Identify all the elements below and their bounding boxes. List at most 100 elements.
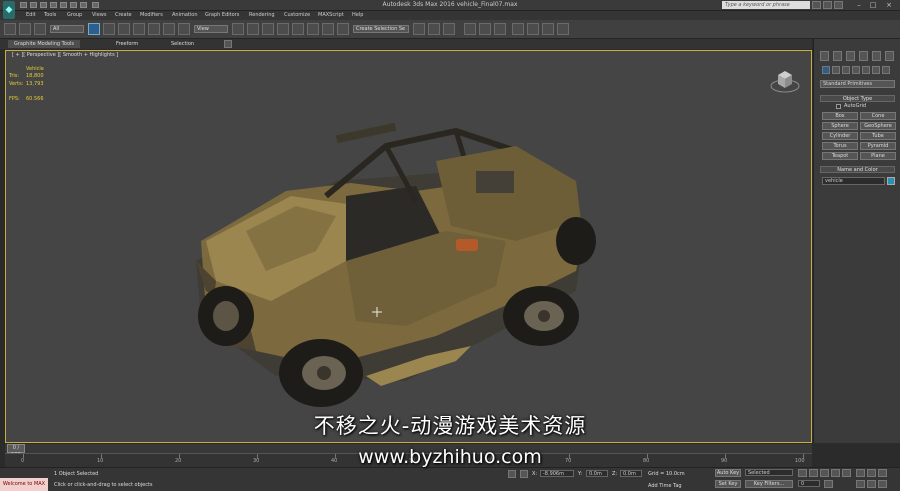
- fetch-icon[interactable]: [80, 2, 87, 8]
- play-icon[interactable]: [820, 469, 829, 477]
- render-setup-icon[interactable]: [527, 23, 539, 35]
- angle-snap-icon[interactable]: [292, 23, 304, 35]
- menu-views[interactable]: Views: [92, 11, 106, 20]
- viewcube-icon[interactable]: [770, 65, 800, 95]
- keyboard-shortcut-icon[interactable]: [262, 23, 274, 35]
- select-by-name-icon[interactable]: [103, 23, 115, 35]
- systems-icon[interactable]: [882, 66, 890, 74]
- tab-selection[interactable]: Selection: [165, 40, 200, 48]
- vehicle-model[interactable]: [186, 111, 606, 431]
- graphite-toggle-icon[interactable]: [464, 23, 476, 35]
- reference-coordinate-dropdown[interactable]: View: [194, 25, 228, 33]
- schematic-view-icon[interactable]: [494, 23, 506, 35]
- orbit-icon[interactable]: [878, 480, 887, 488]
- redo-icon[interactable]: [60, 2, 67, 8]
- menu-edit[interactable]: Edit: [26, 11, 36, 20]
- tab-graphite-modeling-tools[interactable]: Graphite Modeling Tools: [8, 40, 81, 48]
- object-color-swatch[interactable]: [887, 177, 895, 185]
- quick-access-dropdown-icon[interactable]: [92, 2, 99, 8]
- menu-create[interactable]: Create: [115, 11, 132, 20]
- absolute-mode-icon[interactable]: [520, 470, 528, 478]
- lights-icon[interactable]: [842, 66, 850, 74]
- rendered-frame-window-icon[interactable]: [542, 23, 554, 35]
- torus-button[interactable]: Torus: [822, 142, 858, 150]
- auto-key-button[interactable]: Auto Key: [715, 469, 741, 477]
- menu-help[interactable]: Help: [352, 11, 363, 20]
- primitive-type-dropdown[interactable]: Standard Primitives: [820, 80, 895, 88]
- ribbon-minimize-icon[interactable]: [224, 40, 232, 48]
- create-tab-icon[interactable]: [820, 51, 829, 61]
- menu-rendering[interactable]: Rendering: [249, 11, 275, 20]
- move-icon[interactable]: [148, 23, 160, 35]
- add-time-tag-button[interactable]: Add Time Tag: [648, 483, 682, 489]
- search-icon[interactable]: [812, 1, 821, 9]
- menu-graph-editors[interactable]: Graph Editors: [205, 11, 239, 20]
- x-coordinate-field[interactable]: -8.906m: [540, 470, 574, 477]
- percent-snap-icon[interactable]: [307, 23, 319, 35]
- go-to-end-icon[interactable]: [842, 469, 851, 477]
- current-frame-field[interactable]: 0: [798, 480, 820, 487]
- field-of-view-icon[interactable]: [856, 480, 865, 488]
- box-button[interactable]: Box: [822, 112, 858, 120]
- menu-modifiers[interactable]: Modifiers: [140, 11, 163, 20]
- perspective-viewport[interactable]: [ + ][ Perspective ][ Smooth + Highlight…: [5, 50, 812, 443]
- geometry-icon[interactable]: [822, 66, 830, 74]
- pan-icon[interactable]: [867, 480, 876, 488]
- maxscript-listener[interactable]: Welcome to MAX: [0, 478, 48, 491]
- modify-tab-icon[interactable]: [833, 51, 842, 61]
- rotate-icon[interactable]: [163, 23, 175, 35]
- snap-toggle-icon[interactable]: [277, 23, 289, 35]
- star-icon[interactable]: [823, 1, 832, 9]
- material-editor-icon[interactable]: [512, 23, 524, 35]
- zoom-extents-icon[interactable]: [878, 469, 887, 477]
- undo-button[interactable]: [4, 23, 16, 35]
- menu-customize[interactable]: Customize: [284, 11, 310, 20]
- maximize-icon[interactable]: □: [866, 0, 880, 10]
- motion-tab-icon[interactable]: [859, 51, 868, 61]
- select-manipulate-icon[interactable]: [247, 23, 259, 35]
- key-filters-button[interactable]: Key Filters...: [745, 480, 793, 488]
- autogrid-checkbox[interactable]: [836, 104, 841, 109]
- named-selection-dropdown[interactable]: Create Selection Se: [353, 25, 409, 33]
- go-to-start-icon[interactable]: [798, 469, 807, 477]
- next-frame-icon[interactable]: [831, 469, 840, 477]
- link-icon[interactable]: [34, 23, 46, 35]
- open-icon[interactable]: [30, 2, 37, 8]
- cameras-icon[interactable]: [852, 66, 860, 74]
- display-tab-icon[interactable]: [872, 51, 881, 61]
- mirror-icon[interactable]: [413, 23, 425, 35]
- app-logo-icon[interactable]: ◆: [3, 1, 15, 19]
- new-icon[interactable]: [20, 2, 27, 8]
- name-and-color-rollout[interactable]: Name and Color: [820, 166, 895, 173]
- previous-frame-icon[interactable]: [809, 469, 818, 477]
- tube-button[interactable]: Tube: [860, 132, 896, 140]
- menu-maxscript[interactable]: MAXScript: [318, 11, 344, 20]
- viewport-label[interactable]: [ + ][ Perspective ][ Smooth + Highlight…: [12, 52, 118, 58]
- menu-animation[interactable]: Animation: [172, 11, 198, 20]
- menu-tools[interactable]: Tools: [44, 11, 56, 20]
- object-type-rollout[interactable]: Object Type: [820, 95, 895, 102]
- tab-freeform[interactable]: Freeform: [110, 40, 144, 48]
- lock-selection-icon[interactable]: [508, 470, 516, 478]
- minimize-icon[interactable]: –: [852, 0, 866, 10]
- key-mode-dropdown[interactable]: Selected: [745, 469, 793, 476]
- select-object-icon[interactable]: [88, 23, 100, 35]
- curve-editor-icon[interactable]: [479, 23, 491, 35]
- render-production-icon[interactable]: [557, 23, 569, 35]
- z-coordinate-field[interactable]: 0.0m: [620, 470, 642, 477]
- time-config-icon[interactable]: [824, 480, 833, 488]
- set-key-button[interactable]: Set Key: [715, 480, 741, 488]
- search-input[interactable]: Type a keyword or phrase: [722, 1, 810, 9]
- pivot-center-icon[interactable]: [232, 23, 244, 35]
- help-icon[interactable]: [834, 1, 843, 9]
- cone-button[interactable]: Cone: [860, 112, 896, 120]
- redo-button[interactable]: [19, 23, 31, 35]
- save-icon[interactable]: [40, 2, 47, 8]
- hierarchy-tab-icon[interactable]: [846, 51, 855, 61]
- selection-region-icon[interactable]: [118, 23, 130, 35]
- align-icon[interactable]: [428, 23, 440, 35]
- shapes-icon[interactable]: [832, 66, 840, 74]
- window-crossing-icon[interactable]: [133, 23, 145, 35]
- menu-group[interactable]: Group: [67, 11, 82, 20]
- utilities-tab-icon[interactable]: [885, 51, 894, 61]
